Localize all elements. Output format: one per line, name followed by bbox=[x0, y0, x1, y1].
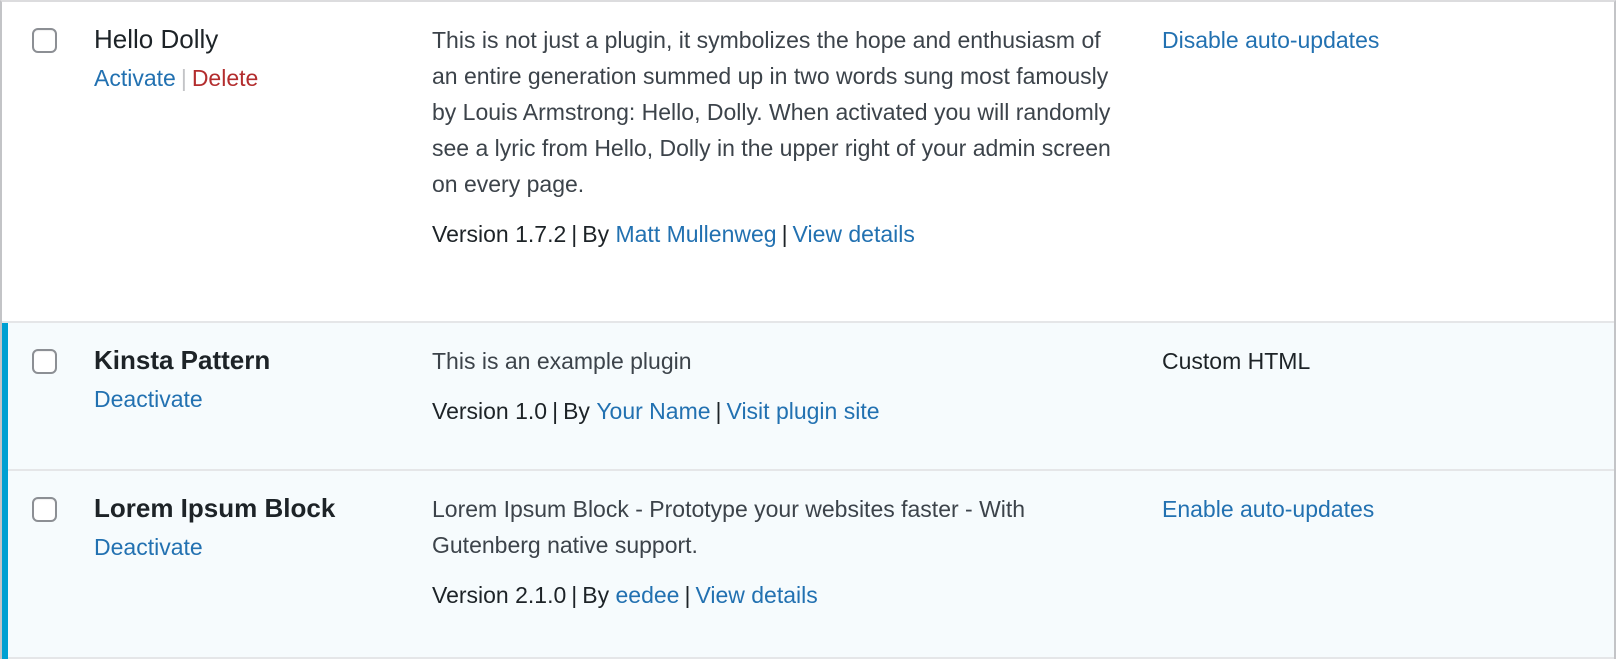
plugin-details-link[interactable]: View details bbox=[793, 221, 915, 247]
plugin-autoupdate-cell: Enable auto-updates bbox=[1160, 471, 1614, 543]
row-actions: Activate | Delete bbox=[94, 63, 420, 93]
meta-separator: | bbox=[684, 582, 691, 608]
plugin-version: Version 1.0 bbox=[432, 398, 548, 424]
table-row: Hello Dolly Activate | Delete This is not … bbox=[2, 2, 1614, 323]
plugin-description-cell: This is an example plugin Version 1.0 | By… bbox=[432, 323, 1160, 445]
action-separator: | bbox=[180, 65, 187, 91]
toggle-auto-updates-link[interactable]: Enable auto-updates bbox=[1162, 493, 1374, 525]
plugin-description: Lorem Ipsum Block - Prototype your websi… bbox=[432, 496, 1026, 558]
plugin-description: This is not just a plugin, it symbolizes… bbox=[432, 27, 1111, 197]
plugins-table: Hello Dolly Activate | Delete This is not … bbox=[0, 0, 1616, 659]
plugin-author-link[interactable]: Your Name bbox=[596, 398, 710, 424]
meta-separator: | bbox=[571, 582, 578, 608]
plugin-select-checkbox[interactable] bbox=[32, 28, 57, 53]
plugin-description: This is an example plugin bbox=[432, 348, 692, 374]
plugin-version: Version 1.7.2 bbox=[432, 221, 567, 247]
by-label: By bbox=[582, 221, 610, 247]
plugin-author-link[interactable]: eedee bbox=[615, 582, 679, 608]
plugin-select-checkbox[interactable] bbox=[32, 497, 57, 522]
plugin-autoupdate-cell: Custom HTML bbox=[1160, 323, 1614, 395]
plugin-select-cell bbox=[2, 323, 94, 374]
plugin-name-cell: Kinsta Pattern Deactivate bbox=[94, 323, 432, 432]
table-row: Kinsta Pattern Deactivate This is an exa… bbox=[2, 323, 1614, 471]
plugin-meta: Version 2.1.0 | By eedee | View details bbox=[432, 579, 1120, 611]
table-row: Lorem Ipsum Block Deactivate Lorem Ipsum… bbox=[2, 471, 1614, 659]
toggle-auto-updates-link[interactable]: Disable auto-updates bbox=[1162, 24, 1379, 56]
delete-link[interactable]: Delete bbox=[192, 65, 258, 91]
row-actions: Deactivate bbox=[94, 384, 420, 414]
plugin-author-link[interactable]: Matt Mullenweg bbox=[615, 221, 776, 247]
by-label: By bbox=[582, 582, 610, 608]
deactivate-link[interactable]: Deactivate bbox=[94, 386, 203, 412]
plugin-title: Kinsta Pattern bbox=[94, 345, 271, 375]
meta-separator: | bbox=[715, 398, 722, 424]
plugin-select-cell bbox=[2, 471, 94, 522]
auto-update-status: Custom HTML bbox=[1162, 348, 1311, 374]
plugin-meta: Version 1.0 | By Your Name | Visit plugin si… bbox=[432, 395, 1120, 427]
row-actions: Deactivate bbox=[94, 532, 420, 562]
meta-separator: | bbox=[781, 221, 788, 247]
plugin-select-cell bbox=[2, 2, 94, 53]
plugin-autoupdate-cell: Disable auto-updates bbox=[1160, 2, 1614, 74]
plugin-meta: Version 1.7.2 | By Matt Mullenweg | View det… bbox=[432, 218, 1120, 250]
meta-separator: | bbox=[552, 398, 559, 424]
plugin-description-cell: Lorem Ipsum Block - Prototype your websi… bbox=[432, 471, 1160, 629]
meta-separator: | bbox=[571, 221, 578, 247]
plugin-select-checkbox[interactable] bbox=[32, 349, 57, 374]
by-label: By bbox=[563, 398, 590, 424]
activate-link[interactable]: Activate bbox=[94, 65, 176, 91]
plugin-description-cell: This is not just a plugin, it symbolizes… bbox=[432, 2, 1160, 268]
plugin-details-link[interactable]: View details bbox=[695, 582, 817, 608]
deactivate-link[interactable]: Deactivate bbox=[94, 534, 203, 560]
plugin-title: Hello Dolly bbox=[94, 24, 219, 54]
plugin-site-link[interactable]: Visit plugin site bbox=[727, 398, 880, 424]
plugin-version: Version 2.1.0 bbox=[432, 582, 567, 608]
plugin-name-cell: Lorem Ipsum Block Deactivate bbox=[94, 471, 432, 580]
plugin-title: Lorem Ipsum Block bbox=[94, 493, 336, 523]
plugin-name-cell: Hello Dolly Activate | Delete bbox=[94, 2, 432, 111]
